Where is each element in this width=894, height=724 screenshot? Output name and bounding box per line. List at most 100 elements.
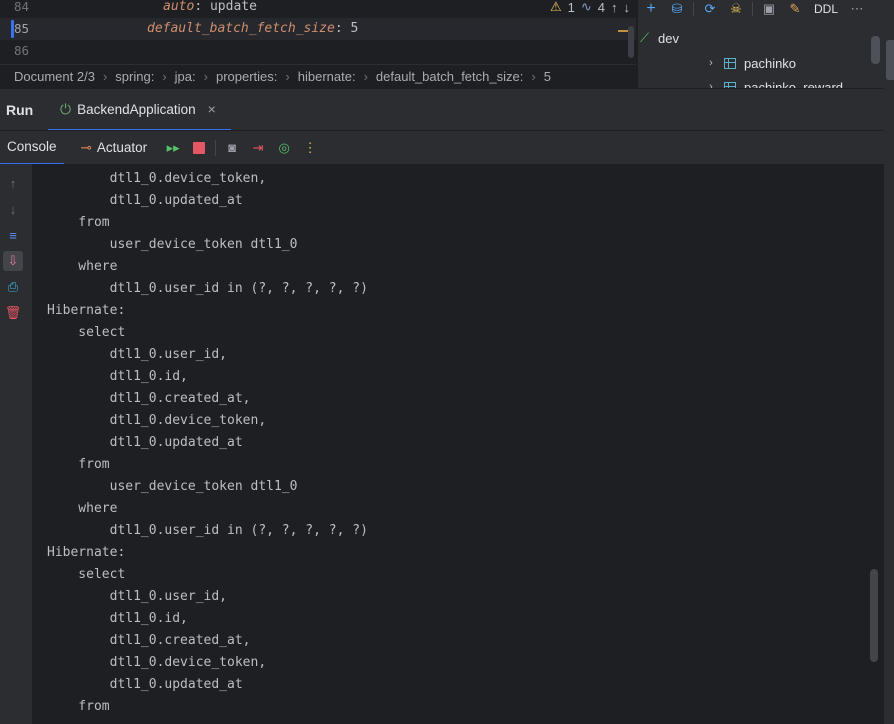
console-scrollbar[interactable] [870,569,878,662]
chevron-right-icon[interactable]: › [704,57,718,69]
coverage-icon[interactable]: ◎ [271,138,297,158]
data-source-properties-icon[interactable]: ⛁ [664,0,690,18]
breadcrumb-item[interactable]: 5 [544,69,551,84]
tab-backend-application[interactable]: ⏻ BackendApplication × [48,89,231,131]
console-line: dtl1_0.device_token, [47,655,267,670]
console-action-strip: ↑ ↓ ≡ ⇩ ⎙ 🗑 [0,164,32,724]
yaml-value: update [209,0,257,14]
close-icon[interactable]: × [208,101,216,117]
console-line: dtl1_0.id, [47,611,188,626]
run-tool-window-header: Run ⏻ BackendApplication × [0,88,884,131]
ddl-button[interactable]: DDL [808,2,844,16]
console-line: dtl1_0.device_token, [47,171,267,186]
toolbar-divider [693,2,694,16]
breadcrumb: Document 2/3 › spring: › jpa: › properties:… [0,64,636,88]
next-highlight-icon[interactable]: ↓ [624,0,631,15]
console-line: where [47,501,118,516]
add-icon[interactable]: + [638,0,664,18]
yaml-value: 5 [350,21,359,36]
chevron-right-icon: › [203,69,208,84]
code-line-current[interactable]: 85 default_batch_fetch_size: 5 [0,18,636,40]
tab-label: BackendApplication [77,101,196,117]
code-line[interactable]: 86 [0,40,636,62]
breadcrumb-item[interactable]: properties: [216,69,277,84]
soft-wrap-icon[interactable]: ≡ [3,225,23,245]
chevron-right-icon: › [102,69,108,84]
console-line: user_device_token dtl1_0 [47,479,298,494]
yaml-key: default_batch_fetch_size [147,21,335,36]
skull-icon[interactable]: ☠ [723,0,749,18]
console-line: dtl1_0.device_token, [47,413,267,428]
toolbar-divider [752,2,753,16]
breadcrumb-item[interactable]: hibernate: [298,69,356,84]
tool-window-tab[interactable] [886,40,894,80]
print-icon[interactable]: ⎙ [3,277,23,297]
console-line: dtl1_0.updated_at [47,677,243,692]
spring-boot-icon: ⏻ [60,100,72,117]
console-line: Hibernate: [47,303,126,318]
tree-item-dev[interactable]: ⟋ dev [640,26,679,50]
run-title: Run [6,102,34,118]
actuator-icon: ⊸ [80,139,92,155]
camera-icon[interactable]: ◙ [219,138,245,158]
console-line: dtl1_0.user_id, [47,589,228,604]
exit-icon[interactable]: ⇥ [245,138,271,158]
toolbar-divider [215,139,217,156]
tab-console[interactable]: Console [0,131,64,165]
console-line: dtl1_0.created_at, [47,391,251,406]
tab-label: Console [7,139,57,154]
console-line: from [47,457,110,472]
tree-item-label: pachinko_reward [744,79,844,89]
more-icon[interactable]: ⋯ [844,0,870,18]
arrow-down-icon[interactable]: ↓ [3,199,23,219]
tree-item-label: pachinko [744,55,797,71]
chevron-right-icon: › [363,69,368,84]
console-line: dtl1_0.user_id in (?, ?, ?, ?, ?) [47,281,368,296]
code-line[interactable]: 84 auto: update [0,0,636,18]
breadcrumb-item[interactable]: spring: [115,69,154,84]
console-line: dtl1_0.user_id in (?, ?, ?, ?, ?) [47,523,368,538]
console-line: from [47,215,110,230]
yaml-key: auto [163,0,195,14]
line-number: 84 [14,0,30,14]
breadcrumb-item[interactable]: jpa: [175,69,196,84]
console-line: where [47,259,118,274]
typo-icon: ∿ [580,0,592,14]
refresh-icon[interactable]: ⟳ [697,0,723,18]
console-line: dtl1_0.user_id, [47,347,228,362]
console-line: select [47,567,126,582]
tree-item-pachinko[interactable]: › pachinko [704,51,796,75]
change-marker [11,20,14,38]
previous-highlight-icon[interactable]: ↑ [611,0,618,15]
breadcrumb-item[interactable]: Document 2/3 [14,69,95,84]
arrow-up-icon[interactable]: ↑ [3,173,23,193]
database-scrollbar[interactable] [871,36,880,64]
stop-icon [193,141,206,154]
chevron-right-icon[interactable]: › [704,81,718,88]
chevron-right-icon: › [285,69,290,84]
console-line: dtl1_0.updated_at [47,193,243,208]
tree-item-pachinko-reward[interactable]: › pachinko_reward [704,75,843,88]
rerun-icon[interactable]: ▸▸ [160,138,186,158]
yaml-editor[interactable]: 84 auto: update 85 default_batch_fetch_s… [0,0,636,64]
stop-button[interactable] [186,138,212,158]
console-line: dtl1_0.created_at, [47,633,251,648]
tab-actuator[interactable]: ⊸ Actuator [68,131,155,165]
console-icon[interactable]: ▣ [756,0,782,18]
scroll-to-end-icon[interactable]: ⇩ [3,251,23,271]
editor-scrollbar[interactable] [628,26,634,58]
line-number: 85 [14,21,30,36]
database-panel: + ⛁ ⟳ ☠ ▣ ✎ DDL ⋯ ⟋ dev › pachinko › pac… [637,0,894,88]
console-line: user_device_token dtl1_0 [47,237,298,252]
breadcrumb-item[interactable]: default_batch_fetch_size: [376,69,523,84]
edit-table-icon[interactable]: ✎ [782,0,808,18]
more-vertical-icon[interactable]: ⋮ [297,138,323,158]
database-toolbar: + ⛁ ⟳ ☠ ▣ ✎ DDL ⋯ [638,0,894,18]
console-output[interactable]: dtl1_0.device_token, dtl1_0.updated_at f… [32,164,884,724]
warning-icon: ⚠ [549,0,562,14]
console-toolbar: Console ⊸ Actuator ▸▸ ◙ ⇥ ◎ ⋮ [0,130,884,165]
inspections-widget[interactable]: ⚠ 1 ∿ 4 ↑ ↓ [549,0,631,15]
clear-all-icon[interactable]: 🗑 [3,303,23,323]
typo-count: 4 [597,0,605,15]
chevron-right-icon: › [531,69,536,84]
